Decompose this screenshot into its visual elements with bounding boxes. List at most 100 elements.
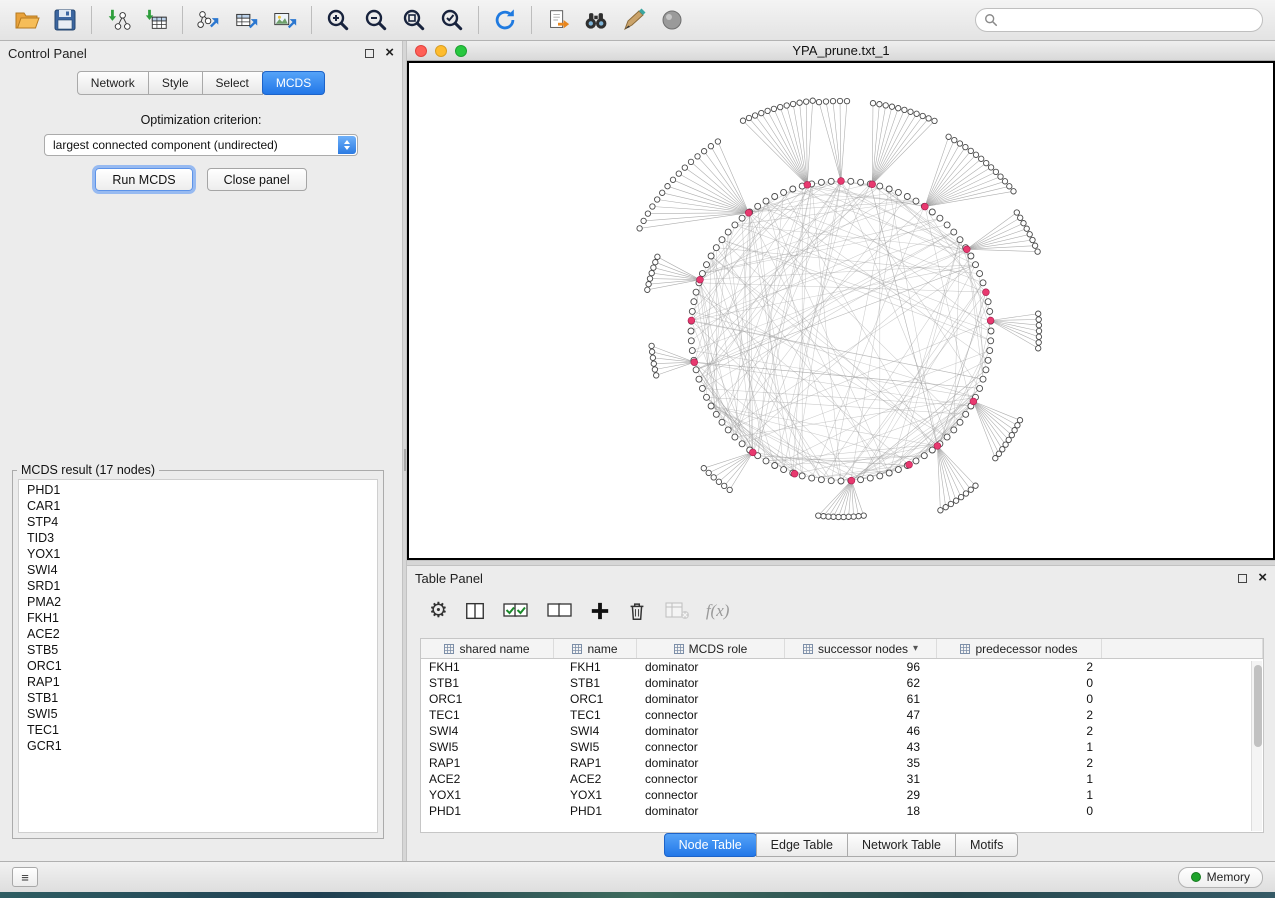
table-row[interactable]: ACE2ACE2connector311 — [421, 771, 1263, 787]
mcds-result-item[interactable]: CAR1 — [19, 498, 377, 514]
toolbar-separator — [478, 6, 479, 34]
table-row[interactable]: SWI4SWI4dominator462 — [421, 723, 1263, 739]
zoom-selected-button[interactable] — [433, 3, 471, 37]
column-header-predecessor-nodes[interactable]: predecessor nodes — [937, 639, 1102, 658]
mcds-result-list[interactable]: PHD1CAR1STP4TID3YOX1SWI4SRD1PMA2FKH1ACE2… — [18, 479, 378, 833]
export-table-button[interactable] — [228, 3, 266, 37]
close-panel-icon[interactable]: × — [385, 47, 394, 59]
float-panel-icon[interactable] — [1238, 574, 1247, 583]
open-file-button[interactable] — [8, 3, 46, 37]
table-scrollbar[interactable] — [1251, 661, 1262, 831]
table-row[interactable]: SWI5SWI5connector431 — [421, 739, 1263, 755]
cell: SWI4 — [421, 723, 554, 739]
export-image-button[interactable] — [266, 3, 304, 37]
mcds-result-item[interactable]: SRD1 — [19, 578, 377, 594]
cell: YOX1 — [421, 787, 554, 803]
toolbar-separator — [91, 6, 92, 34]
tab-motifs[interactable]: Motifs — [955, 833, 1018, 857]
table-row[interactable]: ORC1ORC1dominator610 — [421, 691, 1263, 707]
mcds-result-item[interactable]: SWI5 — [19, 706, 377, 722]
mcds-result-item[interactable]: RAP1 — [19, 674, 377, 690]
find-button[interactable] — [577, 3, 615, 37]
column-header-shared-name[interactable]: shared name — [421, 639, 554, 658]
tab-network-table[interactable]: Network Table — [847, 833, 956, 857]
column-header-successor-nodes[interactable]: successor nodes▾ — [785, 639, 937, 658]
window-zoom-icon[interactable] — [455, 45, 467, 57]
tab-mcds[interactable]: MCDS — [262, 71, 325, 95]
select-all-icon[interactable] — [502, 596, 530, 626]
close-panel-button[interactable]: Close panel — [207, 168, 307, 191]
deselect-all-icon[interactable] — [546, 596, 574, 626]
mcds-result-item[interactable]: TID3 — [19, 530, 377, 546]
mcds-result-item[interactable]: PMA2 — [19, 594, 377, 610]
mcds-result-item[interactable]: STP4 — [19, 514, 377, 530]
tab-network[interactable]: Network — [77, 71, 149, 95]
mcds-result-item[interactable]: PHD1 — [19, 482, 377, 498]
float-panel-icon[interactable] — [365, 49, 374, 58]
table-settings-gear-icon[interactable]: ⚙ — [429, 596, 448, 626]
export-network-button[interactable] — [190, 3, 228, 37]
table-row[interactable]: YOX1YOX1connector291 — [421, 787, 1263, 803]
status-menu-button[interactable]: ≡ — [12, 867, 38, 887]
save-session-button[interactable] — [46, 3, 84, 37]
mcds-result-item[interactable]: ACE2 — [19, 626, 377, 642]
table-row[interactable]: TEC1TEC1connector472 — [421, 707, 1263, 723]
import-network-button[interactable] — [99, 3, 137, 37]
zoom-fit-button[interactable] — [395, 3, 433, 37]
search-input[interactable] — [1003, 13, 1254, 27]
optimization-criterion-dropdown[interactable]: largest connected component (undirected) — [44, 134, 358, 156]
cell: ORC1 — [554, 691, 637, 707]
show-hide-button[interactable] — [653, 3, 691, 37]
tab-style[interactable]: Style — [148, 71, 203, 95]
network-canvas[interactable] — [407, 61, 1275, 560]
style-button[interactable] — [615, 3, 653, 37]
network-graph — [409, 63, 1273, 558]
sort-chevron-icon[interactable]: ▾ — [913, 643, 918, 654]
mcds-result-item[interactable]: FKH1 — [19, 610, 377, 626]
run-mcds-button[interactable]: Run MCDS — [95, 168, 192, 191]
table-row[interactable]: STB1STB1dominator620 — [421, 675, 1263, 691]
network-window-title: YPA_prune.txt_1 — [407, 43, 1275, 58]
table-panel-header: Table Panel × — [407, 566, 1275, 590]
table-row[interactable]: PHD1PHD1dominator180 — [421, 803, 1263, 819]
mcds-result-item[interactable]: YOX1 — [19, 546, 377, 562]
tab-node-table[interactable]: Node Table — [664, 833, 757, 857]
delete-column-icon[interactable] — [626, 596, 648, 626]
cell: RAP1 — [554, 755, 637, 771]
tab-select[interactable]: Select — [202, 71, 263, 95]
zoom-out-button[interactable] — [357, 3, 395, 37]
table-row[interactable]: RAP1RAP1dominator352 — [421, 755, 1263, 771]
network-view-window: YPA_prune.txt_1 — [407, 41, 1275, 560]
clone-network-button[interactable] — [539, 3, 577, 37]
import-table-button[interactable] — [137, 3, 175, 37]
column-header-name[interactable]: name — [554, 639, 637, 658]
mcds-result-item[interactable]: TEC1 — [19, 722, 377, 738]
mcds-result-item[interactable]: STB1 — [19, 690, 377, 706]
main-toolbar — [0, 0, 1275, 41]
cell: dominator — [637, 723, 785, 739]
dropdown-stepper-icon[interactable] — [338, 136, 356, 154]
cell: 1 — [937, 771, 1102, 787]
search-box[interactable] — [975, 8, 1263, 32]
show-columns-icon[interactable] — [464, 596, 486, 626]
cell: dominator — [637, 755, 785, 771]
mcds-result-item[interactable]: ORC1 — [19, 658, 377, 674]
zoom-in-button[interactable] — [319, 3, 357, 37]
table-panel: Table Panel × ⚙ — [407, 566, 1275, 861]
mcds-result-item[interactable]: SWI4 — [19, 562, 377, 578]
column-header-MCDS-role[interactable]: MCDS role — [637, 639, 785, 658]
network-window-titlebar[interactable]: YPA_prune.txt_1 — [407, 41, 1275, 61]
memory-button[interactable]: Memory — [1178, 867, 1263, 888]
table-panel-tabs: Node TableEdge TableNetwork TableMotifs — [407, 833, 1275, 857]
close-panel-icon[interactable]: × — [1258, 572, 1267, 584]
window-minimize-icon[interactable] — [435, 45, 447, 57]
scrollbar-thumb[interactable] — [1254, 665, 1262, 747]
apply-layout-button[interactable] — [486, 3, 524, 37]
tab-edge-table[interactable]: Edge Table — [756, 833, 848, 857]
table-row[interactable]: FKH1FKH1dominator962 — [421, 659, 1263, 675]
add-column-icon[interactable] — [590, 596, 610, 626]
mcds-result-item[interactable]: GCR1 — [19, 738, 377, 754]
cell: 2 — [937, 755, 1102, 771]
window-close-icon[interactable] — [415, 45, 427, 57]
mcds-result-item[interactable]: STB5 — [19, 642, 377, 658]
